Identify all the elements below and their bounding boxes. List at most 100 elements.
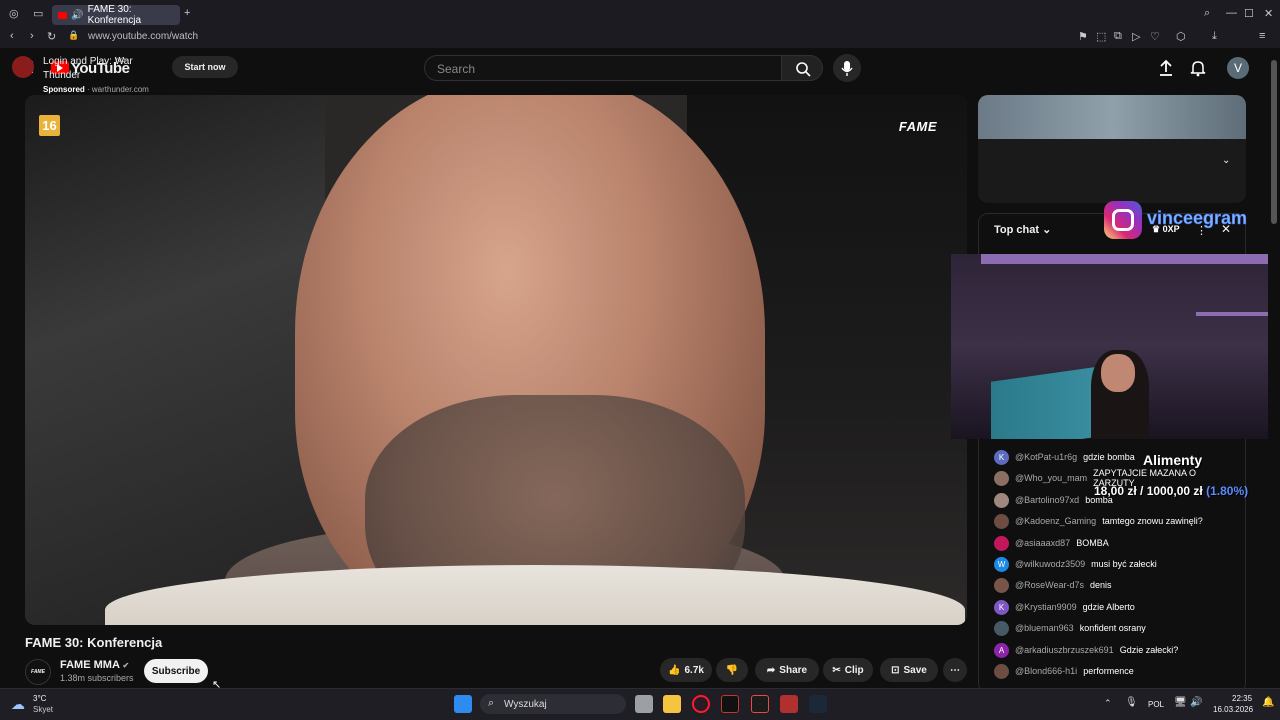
chat-message[interactable]: @Kadoenz_Gaming tamtego znowu zawinęli? xyxy=(994,513,1234,529)
notifications-bell-icon[interactable] xyxy=(1190,59,1206,77)
like-button[interactable]: 👍 6.7k xyxy=(660,658,712,682)
bookmark-icon[interactable]: ⚑ xyxy=(1078,30,1088,43)
chat-message[interactable]: @RoseWear-d7s denis xyxy=(994,577,1234,593)
chat-avatar[interactable] xyxy=(994,470,1009,486)
opera-logo-icon[interactable]: ◎ xyxy=(9,7,19,20)
url-field[interactable]: www.youtube.com/watch xyxy=(88,31,198,42)
chat-avatar[interactable]: A xyxy=(994,642,1009,658)
extension-icon[interactable]: ⧉ xyxy=(1114,30,1122,43)
chat-message[interactable]: W @wilkuwodz3509 musi być załecki xyxy=(994,556,1234,572)
upload-icon[interactable] xyxy=(1158,59,1174,77)
weather-temperature[interactable]: 3°C xyxy=(33,694,46,703)
task-view-icon[interactable] xyxy=(635,695,653,713)
chat-avatar[interactable] xyxy=(994,577,1009,593)
clip-button[interactable]: ✂ Clip xyxy=(823,658,873,682)
subscriber-count: 1.38m subscribers xyxy=(60,673,134,683)
video-player[interactable]: 16 FAME xyxy=(25,95,967,625)
xp-counter: ♛ 0XP xyxy=(1152,224,1180,234)
chat-avatar[interactable] xyxy=(994,663,1009,679)
voicemod-icon[interactable] xyxy=(780,695,798,713)
search-tabs-icon[interactable]: ⌕ xyxy=(1204,7,1210,20)
snapshot-icon[interactable]: ⬚ xyxy=(1096,30,1106,43)
more-actions-button[interactable]: ⋯ xyxy=(943,658,967,682)
heart-icon[interactable]: ♡ xyxy=(1150,30,1160,43)
puzzle-icon[interactable]: ⬡ xyxy=(1176,30,1186,43)
chat-username[interactable]: @arkadiuszbrzuszek691 xyxy=(1015,645,1114,655)
taskbar-search[interactable]: Wyszukaj xyxy=(480,694,626,714)
back-icon[interactable]: ‹ xyxy=(10,30,14,42)
chat-avatar[interactable]: K xyxy=(994,599,1009,615)
chat-avatar[interactable] xyxy=(994,620,1009,636)
chat-message[interactable]: @blueman963 konfident osrany xyxy=(994,620,1234,636)
tab-youtube[interactable]: 🔊 FAME 30: Konferencja xyxy=(52,4,180,26)
search-input[interactable]: Search xyxy=(424,55,782,81)
chat-avatar[interactable]: K xyxy=(994,449,1009,465)
share-button[interactable]: ➦ Share xyxy=(755,658,819,682)
lock-icon[interactable]: 🔒 xyxy=(68,30,79,41)
channel-name[interactable]: FAME MMA ✔ xyxy=(60,659,129,671)
clock-time[interactable]: 22:35 xyxy=(1232,694,1252,703)
chat-username[interactable]: @asiaaaxd87 xyxy=(1015,538,1070,548)
forward-icon[interactable]: › xyxy=(30,30,34,42)
chat-message[interactable]: A @arkadiuszbrzuszek691 Gdzie załecki? xyxy=(994,642,1234,658)
chat-message[interactable]: K @Krystian9909 gdzie Alberto xyxy=(994,599,1234,615)
close-window-icon[interactable]: ✕ xyxy=(1264,7,1273,20)
search-button[interactable] xyxy=(781,55,823,81)
chat-username[interactable]: @Kadoenz_Gaming xyxy=(1015,516,1096,526)
chat-username[interactable]: @blueman963 xyxy=(1015,623,1074,633)
chat-text: performence xyxy=(1083,666,1134,676)
menu-icon[interactable]: ≡ xyxy=(1259,30,1265,42)
chat-username[interactable]: @Krystian9909 xyxy=(1015,602,1077,612)
save-button[interactable]: ⊡ Save xyxy=(880,658,938,682)
clock-date[interactable]: 16.03.2026 xyxy=(1213,705,1253,714)
capcut-icon[interactable] xyxy=(721,695,739,713)
minimize-icon[interactable]: — xyxy=(1226,7,1237,19)
chat-username[interactable]: @KotPat-u1r6g xyxy=(1015,452,1077,462)
subscribe-button[interactable]: Subscribe xyxy=(144,659,208,683)
tab-islands-icon[interactable]: ▭ xyxy=(33,7,43,20)
youtube-favicon-icon xyxy=(58,11,68,19)
chat-username[interactable]: @Who_you_mam xyxy=(1015,473,1087,483)
weather-cloud-icon[interactable]: ☁ xyxy=(11,696,25,713)
download-icon[interactable]: ⤓ xyxy=(1212,30,1217,43)
chat-message[interactable]: @Blond666-h1i performence xyxy=(994,663,1234,679)
chat-avatar[interactable] xyxy=(994,513,1009,529)
steam-icon[interactable] xyxy=(809,695,827,713)
play-icon[interactable]: ▷ xyxy=(1132,30,1140,43)
chat-username[interactable]: @wilkuwodz3509 xyxy=(1015,559,1085,569)
dislike-button[interactable]: 👎 xyxy=(716,658,748,682)
tray-microphone-icon[interactable]: 🎙 xyxy=(1125,697,1138,708)
voice-search-button[interactable] xyxy=(833,54,861,82)
opera-taskbar-icon[interactable] xyxy=(692,695,710,713)
ad-cta-button[interactable]: Start now xyxy=(172,56,238,78)
chat-username[interactable]: @Blond666-h1i xyxy=(1015,666,1077,676)
maximize-icon[interactable]: ☐ xyxy=(1244,7,1254,20)
scrollbar-thumb[interactable] xyxy=(1271,60,1277,224)
network-icon[interactable]: 🖥 xyxy=(1174,697,1187,708)
reload-icon[interactable]: ↻ xyxy=(47,30,56,43)
new-tab-icon[interactable]: + xyxy=(184,7,190,19)
sponsored-ad-card[interactable] xyxy=(978,95,1246,203)
volume-icon[interactable]: 🔊 xyxy=(1190,697,1202,708)
instagram-camera-icon xyxy=(1112,209,1134,231)
chat-username[interactable]: @Bartolino97xd xyxy=(1015,495,1079,505)
tray-chevron-icon[interactable]: ⌃ xyxy=(1104,698,1112,709)
account-avatar[interactable]: V xyxy=(1227,57,1249,79)
chat-avatar[interactable] xyxy=(994,492,1009,508)
shield-app-icon[interactable] xyxy=(751,695,769,713)
chat-username[interactable]: @RoseWear-d7s xyxy=(1015,580,1084,590)
file-explorer-icon[interactable] xyxy=(663,695,681,713)
ad-title[interactable]: Login and Play: War Thunder xyxy=(43,55,171,83)
chat-text: BOMBA xyxy=(1076,538,1109,548)
notification-center-icon[interactable]: 🔔 xyxy=(1262,697,1274,708)
chat-avatar[interactable]: W xyxy=(994,556,1009,572)
chat-message[interactable]: @asiaaaxd87 BOMBA xyxy=(994,535,1234,551)
cam-shelf xyxy=(1196,312,1276,316)
channel-avatar[interactable]: FAME xyxy=(25,659,51,685)
chevron-down-icon[interactable]: ⌄ xyxy=(1222,155,1230,166)
language-indicator[interactable]: POL xyxy=(1148,700,1164,709)
windows-start-icon[interactable] xyxy=(454,695,472,713)
weather-condition[interactable]: Skyet xyxy=(33,705,53,714)
chat-avatar[interactable] xyxy=(994,535,1009,551)
top-chat-dropdown[interactable]: Top chat ⌄ xyxy=(994,223,1051,236)
